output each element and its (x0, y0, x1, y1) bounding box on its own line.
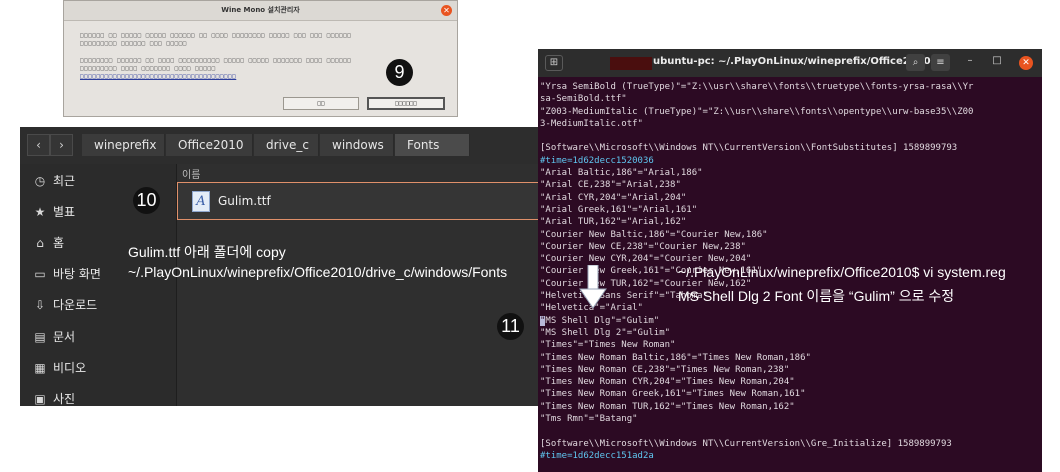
terminal-line: "Courier New CE,238"="Courier New,238" (540, 241, 746, 252)
sidebar-item-label: 별표 (53, 205, 76, 219)
step-badge-9: 9 (386, 59, 413, 86)
sidebar-item-label: 문서 (53, 330, 76, 344)
terminal-line: "Yrsa SemiBold (TrueType)"="Z:\\usr\\sha… (540, 82, 974, 92)
terminal-line: "Times New Roman Greek,161"="Times New R… (540, 389, 806, 400)
minimize-icon[interactable]: – (964, 55, 976, 66)
file-manager-headerbar: ‹ › wineprefix Office2010 drive_c window… (20, 127, 540, 170)
terminal-line: "MS Shell Dlg 2"="Gulim" (540, 327, 671, 338)
terminal-line: "Times New Roman Baltic,186"="Times New … (540, 352, 811, 363)
sidebar-item-label: 사진 (53, 392, 76, 406)
close-icon[interactable]: ✕ (441, 5, 452, 16)
breadcrumb-windows[interactable]: windows (320, 134, 394, 156)
sidebar-item-home[interactable]: ⌂ 홈 (32, 234, 64, 252)
dialog-titlebar: Wine Mono 설치관리자 ✕ (64, 1, 457, 21)
terminal-cursor: " (540, 315, 546, 326)
terminal-line: #time=1d62decc1520036 (540, 155, 654, 166)
vi-instruction-line2: MS Shell Dlg 2 Font 이름을 “Gulim” 으로 수정 (678, 288, 955, 304)
close-icon[interactable]: ✕ (1019, 56, 1033, 70)
breadcrumb-drive-c[interactable]: drive_c (254, 134, 319, 156)
step-badge-10: 10 (133, 187, 160, 214)
terminal-line: "Arial CE,238"="Arial,238" (540, 180, 681, 191)
dialog-text-line: □□□□□□ □□ □□□□□ □□□□□ □□□□□□ □□ □□□□ □□□… (80, 32, 352, 39)
terminal-line: sa-SemiBold.ttf" (540, 94, 627, 105)
download-icon: ⇩ (34, 298, 46, 312)
dialog-title: Wine Mono 설치관리자 (221, 6, 300, 14)
terminal-line: "Courier New Baltic,186"="Courier New,18… (540, 229, 768, 240)
search-icon[interactable]: ⌕ (906, 54, 925, 71)
sidebar-item-pictures[interactable]: ▣ 사진 (32, 390, 75, 406)
sidebar-item-desktop[interactable]: ▭ 바탕 화면 (32, 265, 101, 283)
picture-icon: ▣ (34, 392, 46, 406)
dialog-text-line: □□□□□□□□□ □□□□□□ □□□ □□□□□ (80, 40, 187, 47)
video-icon: ▦ (34, 361, 46, 375)
sidebar-item-recent[interactable]: ◷ 최근 (32, 172, 75, 190)
new-tab-icon[interactable]: ⊞ (545, 55, 563, 71)
terminal-line: #time=1d62decc151ad2a (540, 450, 654, 461)
sidebar-item-documents[interactable]: ▤ 문서 (32, 328, 75, 346)
terminal-line: "Arial Greek,161"="Arial,161" (540, 204, 698, 215)
file-row-gulim[interactable]: A Gulim.ttf (177, 182, 540, 220)
terminal-line: "Times"="Times New Roman" (540, 340, 676, 351)
terminal-line: "Times New Roman CE,238"="Times New Roma… (540, 364, 790, 375)
copy-instruction-line2: ~/.PlayOnLinux/wineprefix/Office2010/dri… (128, 264, 508, 280)
terminal-line: "Times New Roman TUR,162"="Times New Rom… (540, 401, 795, 412)
home-icon: ⌂ (36, 236, 44, 250)
step-badge-11: 11 (497, 313, 524, 340)
terminal-line: 3-MediumItalic.otf" (540, 118, 643, 129)
down-arrow-icon (579, 265, 607, 309)
terminal-line: "Times New Roman CYR,204"="Times New Rom… (540, 377, 795, 388)
breadcrumb-wineprefix[interactable]: wineprefix (82, 134, 165, 156)
dialog-link[interactable]: □□□□□□□□□□□□□□□□□□□□□□□□□□□□□□□□□□□□□□ (80, 73, 236, 80)
sidebar-item-label: 최근 (53, 174, 76, 188)
terminal-line: [Software\\Microsoft\\Windows NT\\Curren… (540, 143, 958, 154)
file-name: Gulim.ttf (218, 194, 271, 208)
maximize-icon[interactable]: □ (991, 55, 1003, 66)
terminal-line: "Arial Baltic,186"="Arial,186" (540, 168, 703, 179)
column-header-name[interactable]: 이름 (182, 166, 200, 181)
breadcrumb-fonts[interactable]: Fonts (395, 134, 470, 170)
clock-icon: ◷ (34, 174, 46, 188)
font-file-icon: A (192, 191, 210, 212)
menu-icon[interactable]: ≡ (931, 54, 950, 71)
vi-instruction-line1: ~/.PlayOnLinux/wineprefix/Office2010$ vi… (678, 264, 1006, 280)
terminal-line: "Tms Rmn"="Batang" (540, 414, 638, 425)
sidebar-item-starred[interactable]: ★ 별표 (32, 203, 75, 221)
terminal-line: "MS Shell Dlg"="Gulim" (540, 315, 660, 326)
terminal-line: "Z003-MediumItalic (TrueType)"="Z:\\usr\… (540, 106, 974, 117)
sidebar-item-label: 바탕 화면 (53, 267, 101, 281)
terminal-window: ⊞ ubuntu-pc: ~/.PlayOnLinux/wineprefix/O… (538, 49, 1042, 472)
star-icon: ★ (34, 205, 46, 219)
redacted-username (610, 57, 652, 70)
breadcrumb-label: Fonts (407, 138, 440, 152)
dialog-text-line: □□□□□□□□□ □□□□ □□□□□□□ □□□□ □□□□□ (80, 65, 216, 72)
cancel-button[interactable]: □□ (283, 97, 359, 110)
forward-button[interactable]: › (50, 134, 73, 156)
document-icon: ▤ (34, 330, 46, 344)
back-button[interactable]: ‹ (27, 134, 50, 156)
desktop-icon: ▭ (34, 267, 46, 281)
sidebar-item-label: 홈 (53, 236, 65, 250)
dialog-text-line: □□□□□□□□ □□□□□□ □□ □□□□ □□□□□□□□□□ □□□□□… (80, 57, 352, 64)
terminal-title: ubuntu-pc: ~/.PlayOnLinux/wineprefix/Off… (653, 56, 931, 67)
breadcrumb-office2010[interactable]: Office2010 (166, 134, 253, 156)
sidebar-item-videos[interactable]: ▦ 비디오 (32, 359, 86, 377)
terminal-line: "Arial CYR,204"="Arial,204" (540, 192, 687, 203)
terminal-line: [Software\\Microsoft\\Windows NT\\Curren… (540, 438, 952, 449)
sidebar-item-label: 비디오 (53, 361, 87, 375)
install-button[interactable]: □□□□□□ (367, 97, 445, 110)
terminal-line: "Arial TUR,162"="Arial,162" (540, 217, 687, 228)
sidebar-item-label: 다운로드 (53, 298, 98, 312)
terminal-headerbar: ⊞ ubuntu-pc: ~/.PlayOnLinux/wineprefix/O… (538, 49, 1042, 77)
sidebar-item-downloads[interactable]: ⇩ 다운로드 (32, 296, 97, 314)
copy-instruction-line1: Gulim.ttf 아래 폴더에 copy (128, 244, 286, 260)
